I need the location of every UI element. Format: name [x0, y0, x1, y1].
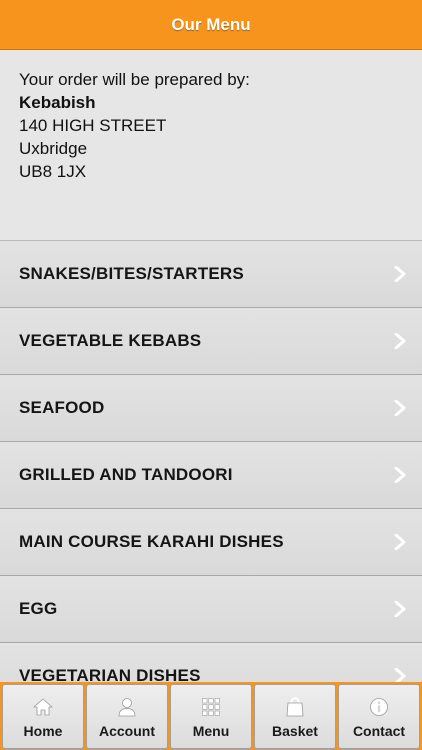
- menu-category-starters[interactable]: SNAKES/BITES/STARTERS: [0, 241, 422, 308]
- tab-label: Account: [99, 723, 155, 739]
- bag-icon: [286, 697, 304, 717]
- bottom-tab-bar: Home Account Menu Basket Contact: [0, 682, 422, 750]
- menu-category-label: MAIN COURSE KARAHI DISHES: [19, 532, 284, 551]
- menu-category-egg[interactable]: EGG: [0, 576, 422, 643]
- tab-account[interactable]: Account: [86, 684, 168, 749]
- tab-basket[interactable]: Basket: [254, 684, 336, 749]
- chevron-right-icon: [394, 266, 406, 282]
- tab-contact[interactable]: Contact: [338, 684, 420, 749]
- menu-category-label: VEGETARIAN DISHES: [19, 666, 201, 682]
- tab-label: Basket: [272, 723, 318, 739]
- menu-category-list: SNAKES/BITES/STARTERS VEGETABLE KEBABS S…: [0, 241, 422, 682]
- info-icon: [370, 698, 388, 716]
- restaurant-info: Your order will be prepared by: Kebabish…: [0, 50, 422, 241]
- prepared-by-text: Your order will be prepared by:: [19, 70, 250, 89]
- menu-category-label: SNAKES/BITES/STARTERS: [19, 264, 244, 283]
- tab-home[interactable]: Home: [2, 684, 84, 749]
- user-icon: [118, 698, 136, 717]
- menu-category-label: SEAFOOD: [19, 398, 105, 417]
- restaurant-name: Kebabish: [19, 93, 96, 112]
- home-icon: [33, 698, 53, 716]
- chevron-right-icon: [394, 333, 406, 349]
- tab-label: Menu: [192, 723, 230, 739]
- menu-category-seafood[interactable]: SEAFOOD: [0, 375, 422, 442]
- chevron-right-icon: [394, 467, 406, 483]
- tab-label: Contact: [352, 723, 406, 739]
- menu-category-label: VEGETABLE KEBABS: [19, 331, 202, 350]
- chevron-right-icon: [394, 668, 406, 682]
- menu-category-vegetable-kebabs[interactable]: VEGETABLE KEBABS: [0, 308, 422, 375]
- menu-category-karahi[interactable]: MAIN COURSE KARAHI DISHES: [0, 509, 422, 576]
- city-text: Uxbridge: [19, 139, 88, 158]
- tab-menu[interactable]: Menu: [170, 684, 252, 749]
- postcode-text: UB8 1JX: [19, 162, 87, 181]
- menu-category-grilled-tandoori[interactable]: GRILLED AND TANDOORI: [0, 442, 422, 509]
- page-title: Our Menu: [171, 14, 251, 34]
- chevron-right-icon: [394, 601, 406, 617]
- header-bar: Our Menu: [0, 0, 422, 50]
- app-screen: Our Menu Your order will be prepared by:…: [0, 0, 422, 750]
- grid-icon: [202, 698, 220, 716]
- menu-category-vegetarian[interactable]: VEGETARIAN DISHES: [0, 643, 422, 682]
- menu-category-label: EGG: [19, 599, 58, 618]
- address-line: 140 HIGH STREET: [19, 116, 167, 135]
- menu-category-label: GRILLED AND TANDOORI: [19, 465, 233, 484]
- chevron-right-icon: [394, 400, 406, 416]
- tab-label: Home: [23, 723, 63, 739]
- chevron-right-icon: [394, 534, 406, 550]
